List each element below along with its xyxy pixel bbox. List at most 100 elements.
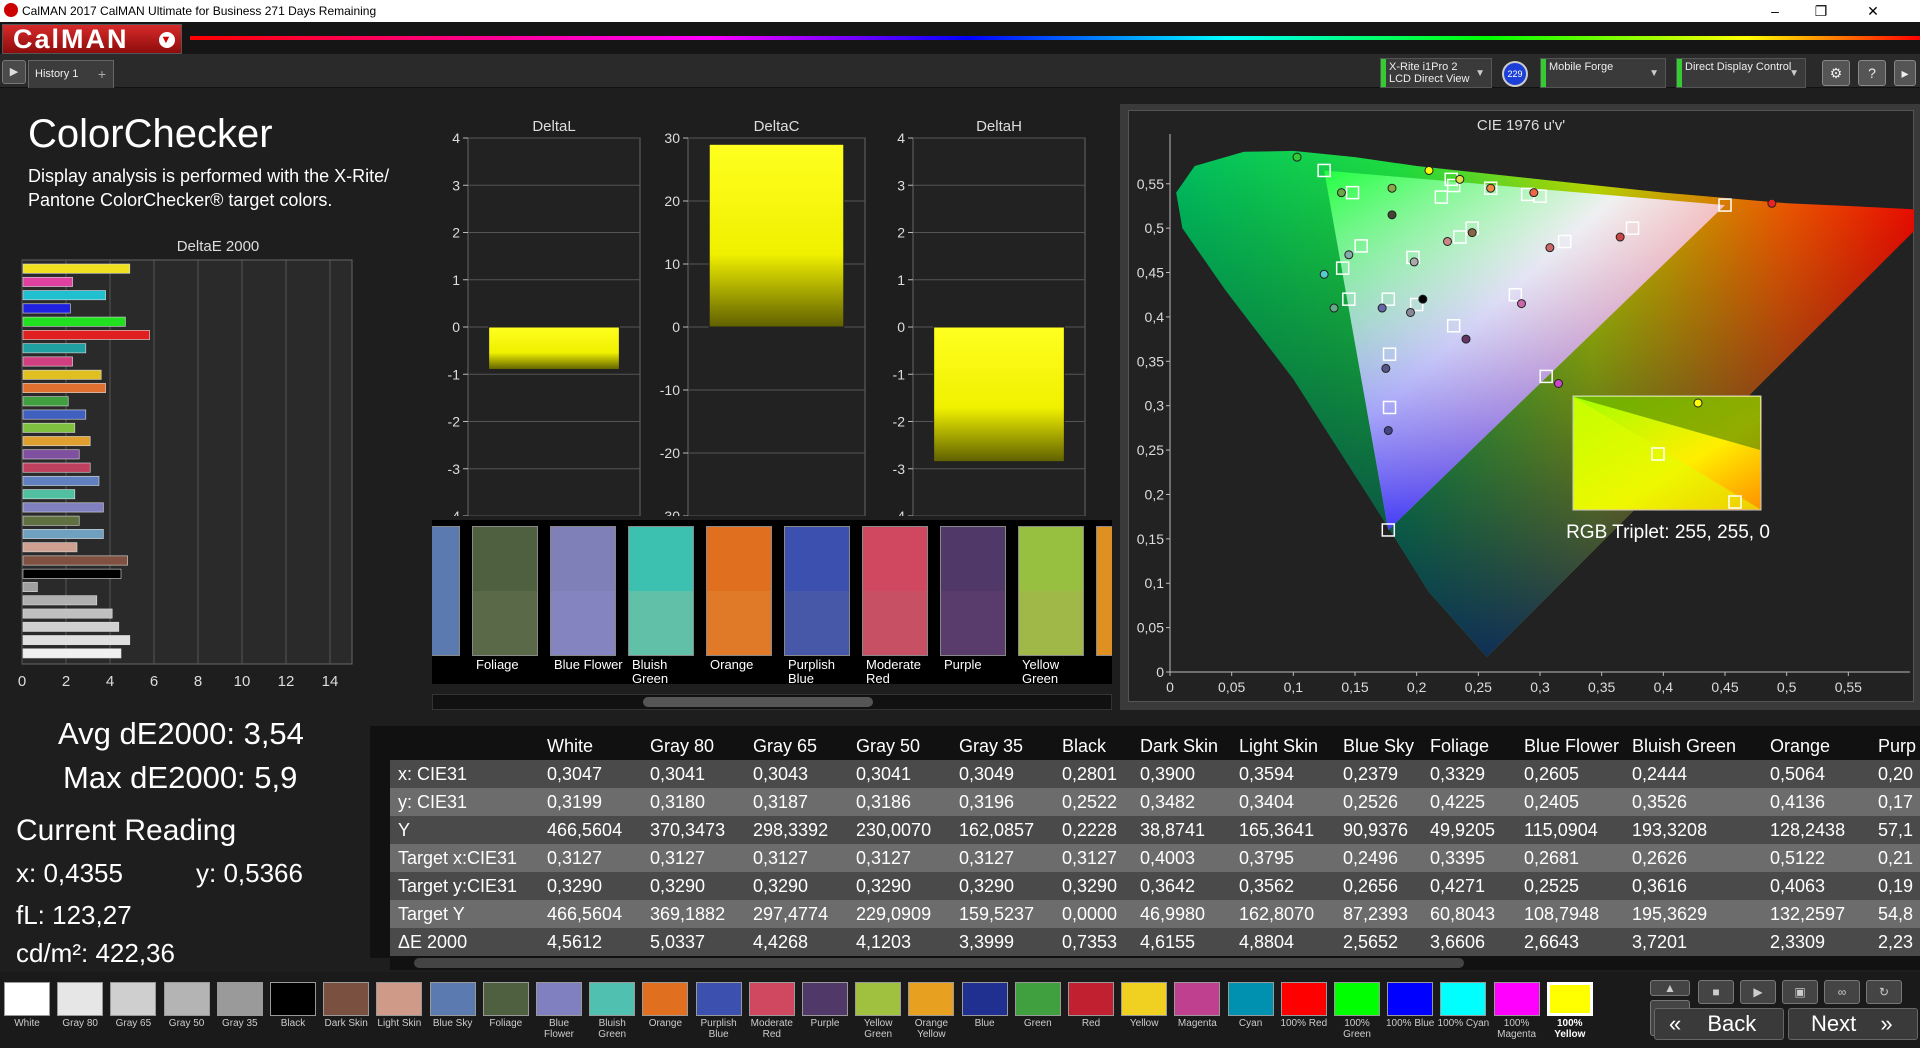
patch-label: Moderate Red [750, 1018, 793, 1040]
help-icon[interactable]: ? [1858, 60, 1886, 86]
close-button[interactable]: ✕ [1850, 0, 1896, 22]
loop-icon[interactable]: ∞ [1824, 980, 1860, 1004]
table-row: Target Y 466,5604 369,1882 297,4774 229,0909… [390, 900, 1920, 928]
patch-button[interactable] [748, 982, 795, 1016]
patch-button[interactable] [855, 982, 902, 1016]
patch-button[interactable] [163, 982, 210, 1016]
table-cell: 4,4268 [753, 932, 809, 952]
patch-button[interactable] [110, 982, 157, 1016]
deltae-bar [22, 489, 76, 500]
tick-label: 10 [234, 673, 251, 690]
meter-selector[interactable]: X-Rite i1Pro 2 LCD Direct View ▼ [1380, 58, 1492, 88]
deltae-bar [22, 409, 87, 420]
tick-label: 0,5 [1145, 220, 1165, 236]
measured-point [1545, 243, 1555, 253]
patch-button[interactable] [270, 982, 316, 1016]
measured-point [1455, 174, 1465, 184]
table-cell: 229,0909 [856, 904, 932, 924]
table-cell: 90,9376 [1343, 820, 1409, 840]
patch-button[interactable] [802, 982, 848, 1016]
window-titlebar: CalMAN 2017 CalMAN Ultimate for Business… [0, 0, 1920, 22]
back-button[interactable]: « Back [1654, 1008, 1784, 1040]
patch-button[interactable] [1546, 982, 1593, 1016]
table-cell: 162,8070 [1239, 904, 1315, 924]
patch-button[interactable] [323, 982, 370, 1016]
calman-logo-menu[interactable]: CalMAN ▼ [2, 24, 182, 54]
scroll-thumb[interactable] [643, 697, 873, 707]
patch-button[interactable] [1387, 982, 1434, 1016]
tab-label: History 1 [35, 68, 79, 80]
patch-label: Yellow [1129, 1018, 1159, 1029]
play-icon[interactable]: ▶ [1740, 980, 1776, 1004]
deltae-bar [22, 303, 71, 314]
patch-button[interactable] [589, 982, 636, 1016]
table-cell: 4,8804 [1239, 932, 1295, 952]
swatch-target [1019, 591, 1083, 655]
table-cell: 0,3404 [1239, 792, 1295, 812]
next-label: Next [1811, 1011, 1857, 1036]
row-label: x: CIE31 [398, 764, 468, 784]
save-icon[interactable]: ▣ [1782, 980, 1818, 1004]
patch-button[interactable] [1174, 982, 1221, 1016]
more-icon[interactable]: ▸ [1894, 60, 1916, 86]
table-cell: 0,3290 [856, 876, 912, 896]
display-selector[interactable]: Direct Display Control ▼ [1676, 58, 1806, 88]
window-title: CalMAN 2017 CalMAN Ultimate for Business… [22, 4, 377, 18]
table-scrollbar[interactable] [390, 956, 1920, 970]
column-header: Orange [1770, 736, 1831, 756]
chevron-up-icon[interactable]: ▲ [1650, 980, 1690, 996]
next-button[interactable]: Next » [1788, 1008, 1918, 1040]
table-cell: 0,3290 [650, 876, 706, 896]
play-icon[interactable]: ▶ [2, 60, 26, 84]
patch-button[interactable] [695, 982, 742, 1016]
tick-label: 0,3 [1530, 679, 1550, 695]
scroll-thumb[interactable] [414, 958, 1464, 968]
patch-button[interactable] [57, 982, 104, 1016]
maximize-button[interactable]: ❐ [1798, 0, 1844, 22]
patch-button[interactable] [1227, 982, 1274, 1016]
table-row: y: CIE31 0,3199 0,3180 0,3187 0,3186 0,3196 0,… [390, 788, 1920, 816]
tick-label: 2 [897, 225, 905, 241]
patch-button[interactable] [1280, 982, 1327, 1016]
table-cell: 0,2801 [1062, 764, 1118, 784]
deltae-bar [22, 542, 78, 553]
patch-button[interactable] [376, 982, 423, 1016]
minimize-button[interactable]: – [1752, 0, 1798, 22]
patch-button[interactable] [1014, 982, 1061, 1016]
patch-button[interactable] [1121, 982, 1168, 1016]
source-selector[interactable]: Mobile Forge ▼ [1540, 58, 1666, 88]
table-cell: 0,3562 [1239, 876, 1295, 896]
add-tab-button[interactable]: + [92, 64, 112, 84]
patch-label: 100% Cyan [1437, 1018, 1490, 1029]
patch-button[interactable] [216, 982, 263, 1016]
meter-badge[interactable]: 229 [1502, 61, 1528, 87]
patch-button[interactable] [429, 982, 476, 1016]
table-cell: 370,3473 [650, 820, 726, 840]
gear-icon[interactable]: ⚙ [1822, 60, 1850, 86]
swatch-compare [472, 526, 538, 656]
patch-button[interactable] [908, 982, 955, 1016]
patch-button[interactable] [536, 982, 582, 1016]
patch-button[interactable] [1440, 982, 1487, 1016]
swatch-scrollbar[interactable] [432, 694, 1112, 710]
table-row: Target y:CIE31 0,3290 0,3290 0,3290 0,3290 0,… [390, 872, 1920, 900]
stop-icon[interactable]: ■ [1698, 980, 1734, 1004]
current-y: y: 0,5366 [196, 858, 303, 888]
patch-button[interactable] [482, 982, 529, 1016]
tick-label: 12 [278, 673, 295, 690]
patch-button[interactable] [961, 982, 1008, 1016]
tick-label: 0,1 [1284, 679, 1304, 695]
tick-label: -3 [893, 461, 906, 477]
patch-label: Gray 80 [62, 1018, 98, 1029]
patch-button[interactable] [4, 982, 50, 1016]
patch-button[interactable] [1334, 982, 1380, 1016]
patch-button[interactable] [1493, 982, 1540, 1016]
app-icon [4, 3, 18, 17]
deltae-bar [22, 475, 100, 486]
row-label: Target y:CIE31 [398, 876, 518, 896]
refresh-icon[interactable]: ↻ [1866, 980, 1902, 1004]
status-bar [1677, 59, 1682, 87]
patch-button[interactable] [642, 982, 689, 1016]
swatch-label: Orange [710, 657, 754, 672]
patch-button[interactable] [1068, 982, 1114, 1016]
